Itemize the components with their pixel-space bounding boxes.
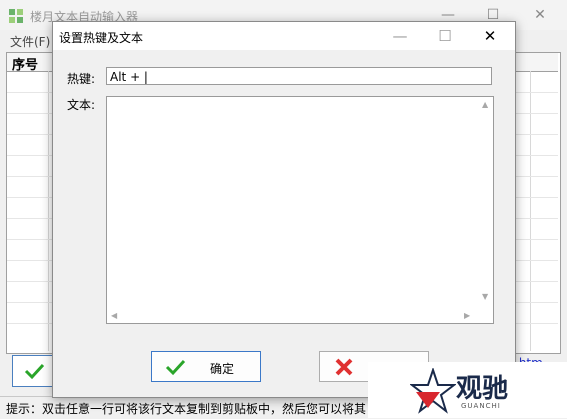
column-header-seq[interactable]: 序号 [12,54,38,73]
watermark-sub: GUANCHI [461,402,501,410]
hotkey-input[interactable]: Alt + | [106,67,492,85]
text-label: 文本: [67,98,96,112]
scroll-down-icon[interactable]: ▼ [482,292,488,301]
check-icon [165,359,186,376]
watermark: 观驰 GUANCHI [368,362,567,418]
check-icon [24,363,45,380]
vertical-scrollbar[interactable]: ▲ ▼ [480,97,493,308]
scroll-right-icon[interactable]: ▶ [464,311,470,320]
scroll-up-icon[interactable]: ▲ [482,100,488,109]
dialog-minimize-button[interactable]: — [377,22,423,50]
dialog-title: 设置热键及文本 [59,31,144,45]
cross-icon [335,358,353,376]
horizontal-scrollbar[interactable]: ◀ ▶ [107,308,480,323]
watermark-brand: 观驰 [456,374,509,404]
ok-button[interactable]: 确定 [151,351,261,382]
hotkey-label: 热键: [67,72,96,86]
dialog-maximize-button[interactable]: ☐ [422,22,468,50]
dialog-close-button[interactable]: ✕ [467,22,513,50]
app-icon [9,9,23,23]
status-text: 提示：双击任意一行可将该行文本复制到剪贴板中，然后您可以将其 [6,402,367,416]
scroll-left-icon[interactable]: ◀ [111,311,117,320]
main-ok-button[interactable] [12,355,54,387]
ok-button-label: 确定 [210,362,235,376]
main-close-button[interactable]: ✕ [517,0,563,30]
star-logo-icon [410,368,456,414]
menu-file[interactable]: 文件(F) [10,33,50,50]
text-area[interactable]: ▲ ▼ ◀ ▶ [106,96,494,324]
hotkey-dialog: 设置热键及文本 — ☐ ✕ 热键: Alt + | 文本: ▲ ▼ ◀ ▶ 确定… [52,21,516,398]
